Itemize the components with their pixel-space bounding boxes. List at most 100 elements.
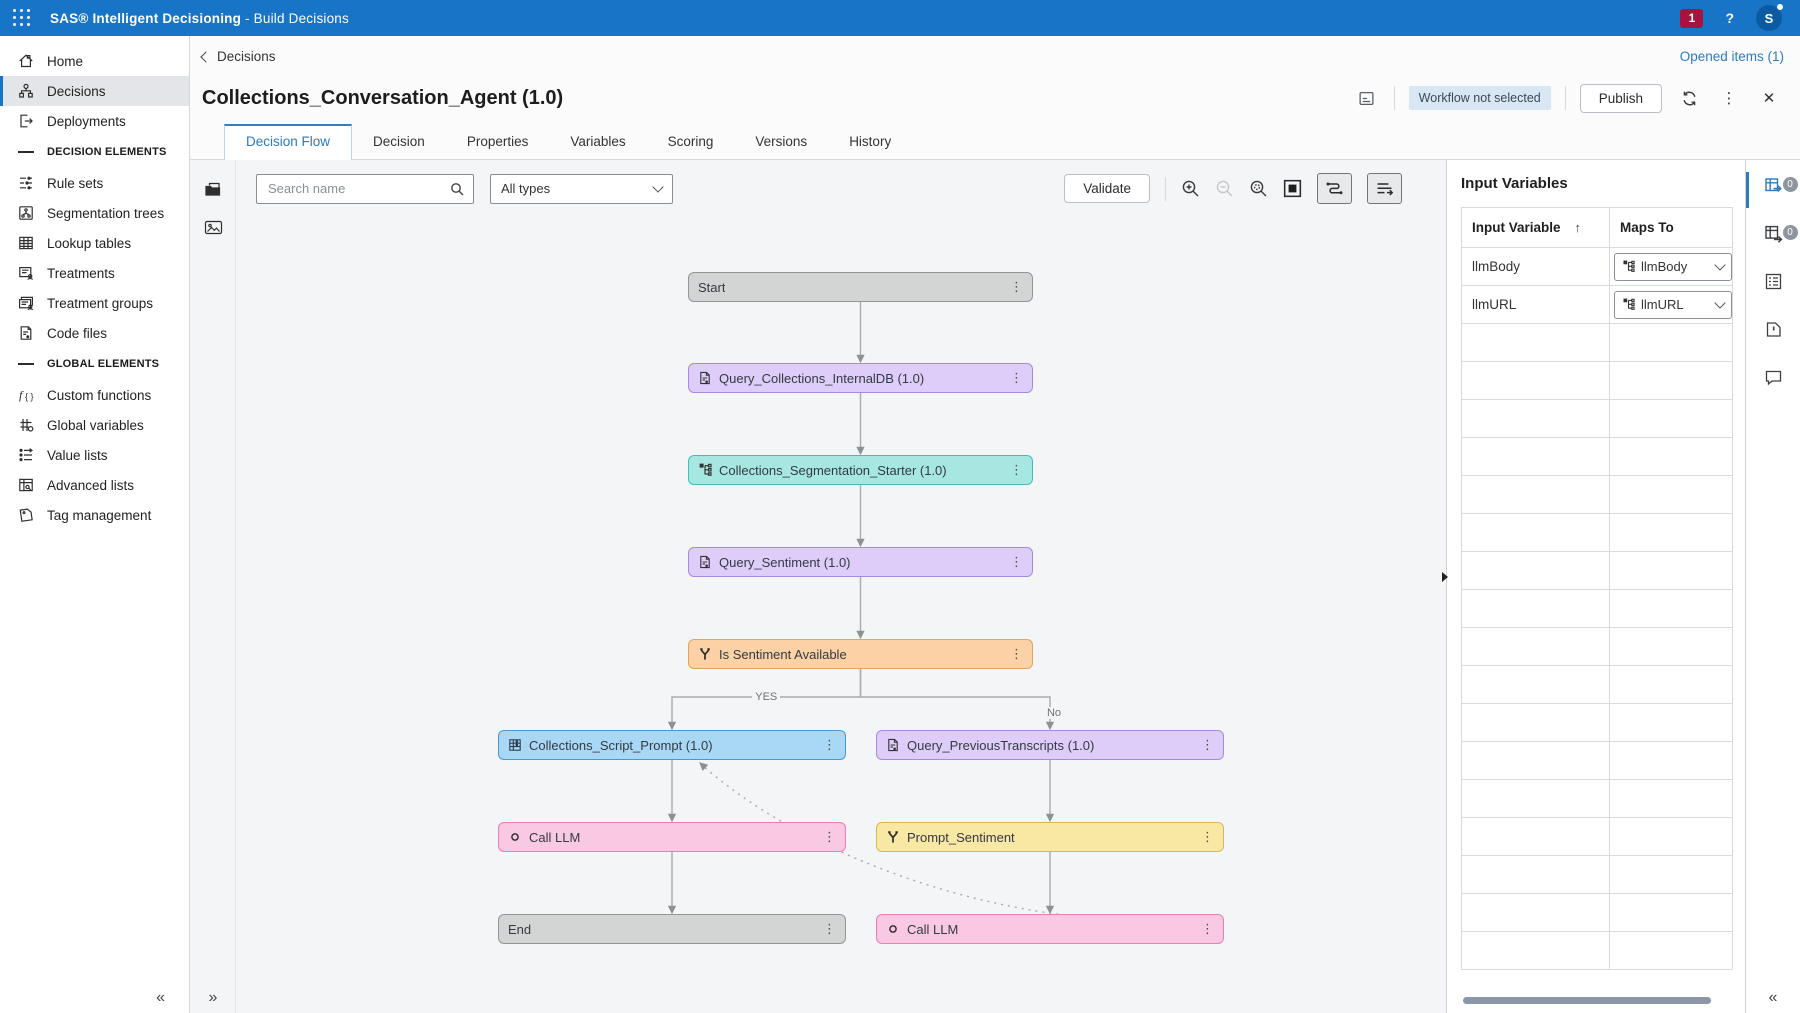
flow-node-segmentation_starter[interactable]: Collections_Segmentation_Starter (1.0) ⋮	[688, 455, 1033, 485]
align-flow-toggle[interactable]	[1367, 173, 1402, 204]
validate-button[interactable]: Validate	[1064, 174, 1150, 203]
node-menu-icon[interactable]: ⋮	[823, 737, 836, 753]
notification-badge[interactable]: 1	[1680, 9, 1703, 28]
sidebar-item-deployments[interactable]: Deployments	[0, 106, 189, 136]
edge-label-yes: YES	[752, 691, 780, 703]
publish-button[interactable]: Publish	[1580, 84, 1662, 113]
sidebar-item-segmentation-trees[interactable]: Segmentation trees	[0, 198, 189, 228]
decision-flow-canvas[interactable]: All types Validate	[236, 160, 1446, 1013]
flow-node-call_llm_right[interactable]: Call LLM⋮	[876, 914, 1224, 944]
sidebar-item-decisions[interactable]: Decisions	[0, 76, 189, 106]
refresh-icon[interactable]	[1676, 85, 1702, 111]
node-menu-icon[interactable]: ⋮	[1010, 279, 1023, 295]
empty-cell	[1610, 780, 1733, 818]
flow-node-call_llm_left[interactable]: Call LLM⋮	[498, 822, 846, 852]
top-app-bar: SAS® Intelligent Decisioning - Build Dec…	[0, 0, 1800, 36]
empty-table-row	[1462, 818, 1733, 856]
workflow-panel-icon[interactable]	[1354, 85, 1380, 111]
opened-items-link[interactable]: Opened items (1)	[1680, 49, 1784, 64]
overview-map-icon[interactable]	[1283, 179, 1302, 198]
sidebar-item-custom-functions[interactable]: f{ }Custom functions	[0, 380, 189, 410]
node-menu-icon[interactable]: ⋮	[1201, 829, 1214, 845]
svg-text:{ }: { }	[25, 392, 34, 402]
flow-node-query_sentiment[interactable]: Query_Sentiment (1.0)⋮	[688, 547, 1033, 577]
panel-tab-comments-icon[interactable]	[1764, 368, 1783, 387]
sidebar-item-home[interactable]: Home	[0, 46, 189, 76]
app-launcher-icon[interactable]	[12, 8, 32, 28]
left-nav-sidebar: HomeDecisionsDeploymentsDECISION ELEMENT…	[0, 36, 190, 1013]
objects-folder-icon[interactable]	[190, 170, 236, 208]
sidebar-item-value-lists[interactable]: Value lists	[0, 440, 189, 470]
node-menu-icon[interactable]: ⋮	[1010, 646, 1023, 662]
horizontal-scrollbar[interactable]	[1463, 997, 1711, 1004]
column-header-maps-to[interactable]: Maps To	[1610, 208, 1733, 248]
flow-node-is_sentiment[interactable]: Is Sentiment Available ⋮	[688, 639, 1033, 669]
tab-versions[interactable]: Versions	[734, 124, 828, 159]
count-badge: 0	[1783, 177, 1798, 192]
empty-cell	[1462, 362, 1610, 400]
tab-variables[interactable]: Variables	[549, 124, 646, 159]
more-actions-icon[interactable]: ⋮	[1716, 85, 1742, 111]
node-label: Is Sentiment Available	[719, 647, 847, 662]
close-icon[interactable]: ✕	[1756, 85, 1782, 111]
flow-node-prompt_sentiment[interactable]: Prompt_Sentiment⋮	[876, 822, 1224, 852]
side-toolbar-expand-icon[interactable]: »	[190, 989, 236, 1007]
type-filter-select[interactable]: All types	[490, 174, 673, 204]
sidebar-item-treatments[interactable]: Treatments	[0, 258, 189, 288]
node-label: Start	[698, 280, 725, 295]
flow-node-query_internaldb[interactable]: Query_Collections_InternalDB (1.0)⋮	[688, 363, 1033, 393]
sidebar-item-tag-management[interactable]: Tag management	[0, 500, 189, 530]
zoom-in-icon[interactable]	[1181, 179, 1200, 198]
flow-node-query_transcripts[interactable]: Query_PreviousTranscripts (1.0)⋮	[876, 730, 1224, 760]
media-panel-icon[interactable]	[190, 208, 236, 246]
sidebar-item-lookup-tables[interactable]: Lookup tables	[0, 228, 189, 258]
code-file-icon	[698, 371, 712, 385]
avatar[interactable]: S	[1756, 5, 1782, 31]
node-menu-icon[interactable]: ⋮	[823, 829, 836, 845]
sidebar-item-treatment-groups[interactable]: Treatment groups	[0, 288, 189, 318]
node-menu-icon[interactable]: ⋮	[1201, 921, 1214, 937]
empty-cell	[1462, 818, 1610, 856]
zoom-fit-icon[interactable]	[1249, 179, 1268, 198]
sidebar-item-code-files[interactable]: Code files	[0, 318, 189, 348]
sidebar-collapse-icon[interactable]: «	[156, 989, 165, 1007]
empty-cell	[1462, 590, 1610, 628]
global-variables-icon	[18, 417, 34, 433]
empty-cell	[1610, 552, 1733, 590]
search-input[interactable]	[266, 180, 444, 197]
empty-table-row	[1462, 476, 1733, 514]
node-label: Collections_Segmentation_Starter (1.0)	[719, 463, 947, 478]
node-menu-icon[interactable]: ⋮	[1010, 370, 1023, 386]
panel-tab-node-properties-icon[interactable]	[1764, 272, 1783, 291]
tab-history[interactable]: History	[828, 124, 912, 159]
node-menu-icon[interactable]: ⋮	[1010, 554, 1023, 570]
sort-ascending-icon: ↑	[1575, 220, 1582, 235]
sidebar-item-global-variables[interactable]: Global variables	[0, 410, 189, 440]
sidebar-item-label: Rule sets	[47, 176, 103, 191]
panel-tab-output-variables-icon[interactable]: 0	[1764, 224, 1783, 243]
sidebar-item-rule-sets[interactable]: Rule sets	[0, 168, 189, 198]
panel-collapse-icon[interactable]: «	[1746, 989, 1800, 1007]
node-menu-icon[interactable]: ⋮	[1010, 462, 1023, 478]
help-icon[interactable]: ?	[1725, 10, 1734, 26]
maps-to-dropdown[interactable]: llmBody	[1614, 253, 1732, 281]
tab-properties[interactable]: Properties	[446, 124, 550, 159]
tab-decision-flow[interactable]: Decision Flow	[224, 124, 352, 160]
column-header-input-variable[interactable]: Input Variable↑	[1462, 208, 1610, 248]
node-menu-icon[interactable]: ⋮	[1201, 737, 1214, 753]
sidebar-item-label: Home	[47, 54, 83, 69]
sidebar-item-advanced-lists[interactable]: Advanced lists	[0, 470, 189, 500]
panel-tab-tag-alert-icon[interactable]	[1764, 320, 1783, 339]
panel-tab-input-variables-icon[interactable]: 0	[1764, 176, 1783, 195]
zoom-out-icon[interactable]	[1215, 179, 1234, 198]
tab-decision[interactable]: Decision	[352, 124, 446, 159]
flow-node-end[interactable]: End⋮	[498, 914, 846, 944]
panel-resize-handle-icon[interactable]	[1442, 572, 1448, 582]
node-menu-icon[interactable]: ⋮	[823, 921, 836, 937]
tab-scoring[interactable]: Scoring	[647, 124, 735, 159]
flow-node-script_prompt[interactable]: Collections_Script_Prompt (1.0)⋮	[498, 730, 846, 760]
flow-node-start[interactable]: Start ⋮	[688, 272, 1033, 302]
breadcrumb[interactable]: Decisions	[202, 49, 276, 64]
auto-layout-toggle[interactable]	[1317, 173, 1352, 204]
maps-to-dropdown[interactable]: llmURL	[1614, 291, 1732, 319]
